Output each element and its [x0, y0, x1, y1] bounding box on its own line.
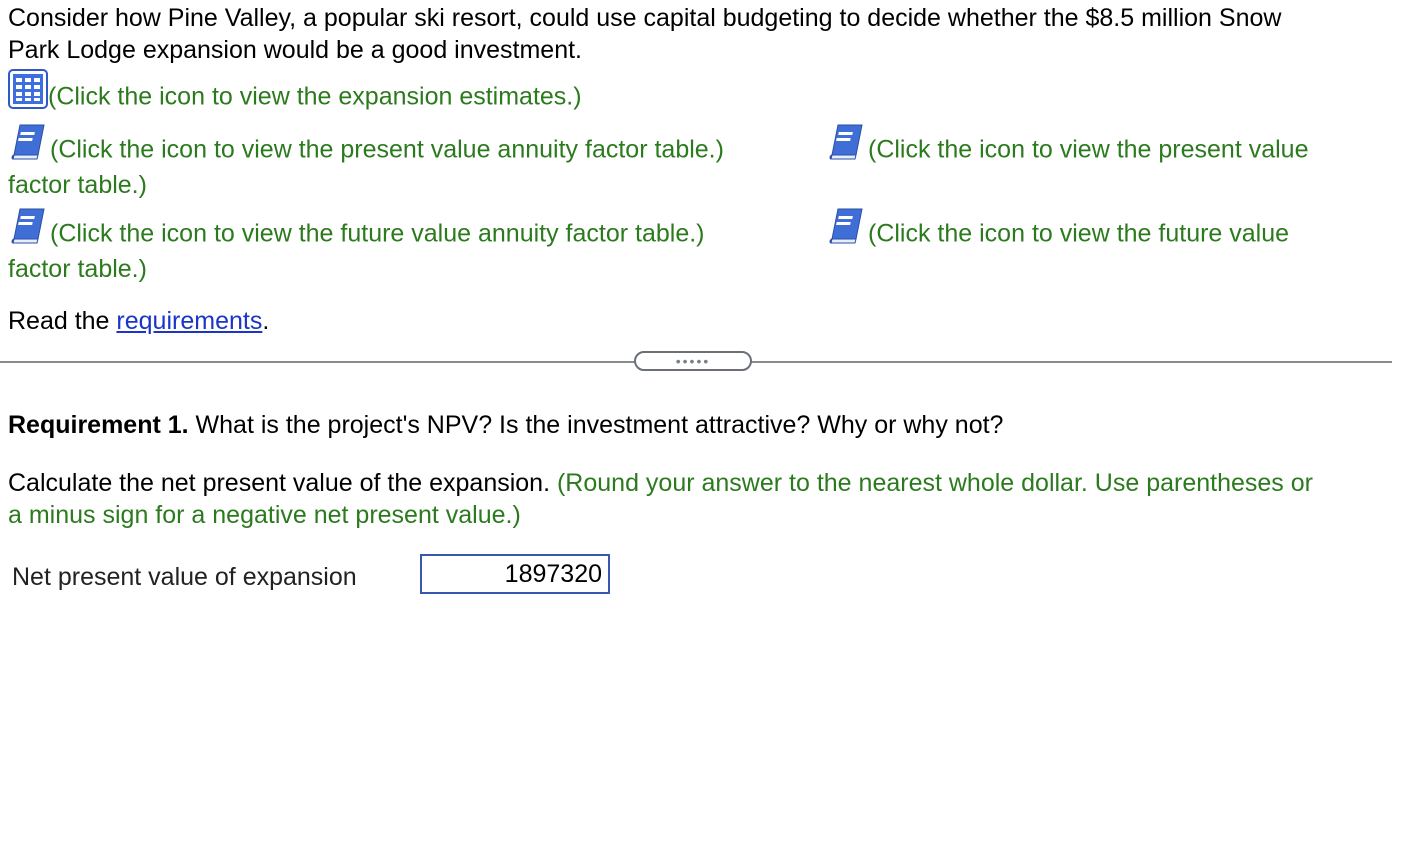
- spreadsheet-grid-icon[interactable]: [8, 69, 48, 124]
- expansion-estimates-link[interactable]: (Click the icon to view the expansion es…: [8, 69, 582, 124]
- page: Consider how Pine Valley, a popular ski …: [0, 0, 1412, 868]
- pv-annuity-table-text[interactable]: (Click the icon to view the present valu…: [50, 136, 724, 164]
- divider-handle[interactable]: •••••: [634, 351, 752, 371]
- read-prefix: Read the: [8, 307, 117, 335]
- read-suffix: .: [262, 307, 270, 335]
- intro-line-1: Consider how Pine Valley, a popular ski …: [8, 4, 1282, 32]
- instruction-hint-1: (Round your answer to the nearest whole …: [556, 469, 1313, 497]
- fv-table-text-part1[interactable]: (Click the icon to view the future value: [868, 220, 1289, 248]
- book-icon[interactable]: [826, 124, 868, 178]
- requirements-link[interactable]: requirements: [116, 307, 262, 335]
- npv-label: Net present value of expansion: [12, 563, 357, 591]
- expansion-estimates-text[interactable]: (Click the icon to view the expansion es…: [48, 83, 582, 111]
- fv-table-text-part2[interactable]: factor table.): [8, 253, 147, 285]
- requirement-label: Requirement 1.: [8, 411, 189, 439]
- instruction-hint-2: a minus sign for a negative net present …: [8, 501, 521, 529]
- pv-table-text-part2[interactable]: factor table.): [8, 169, 147, 201]
- instruction-line-1: Calculate the net present value of the e…: [8, 467, 1313, 499]
- requirement-text: What is the project's NPV? Is the invest…: [188, 411, 1004, 439]
- fv-table-link[interactable]: (Click the icon to view the future value: [826, 208, 1289, 262]
- npv-input[interactable]: 1897320: [420, 554, 610, 594]
- pv-table-link[interactable]: (Click the icon to view the present valu…: [826, 124, 1309, 178]
- intro-text: Consider how Pine Valley, a popular ski …: [8, 2, 1281, 66]
- divider-handle-dots: •••••: [675, 353, 711, 369]
- fv-annuity-table-text[interactable]: (Click the icon to view the future value…: [50, 220, 705, 248]
- read-requirements: Read the requirements.: [8, 305, 269, 337]
- book-icon[interactable]: [826, 208, 868, 262]
- intro-line-2: Park Lodge expansion would be a good inv…: [8, 36, 582, 64]
- pv-table-text-part1[interactable]: (Click the icon to view the present valu…: [868, 136, 1309, 164]
- requirement-question: Requirement 1. What is the project's NPV…: [8, 409, 1003, 441]
- instruction-text: Calculate the net present value of the e…: [8, 469, 557, 497]
